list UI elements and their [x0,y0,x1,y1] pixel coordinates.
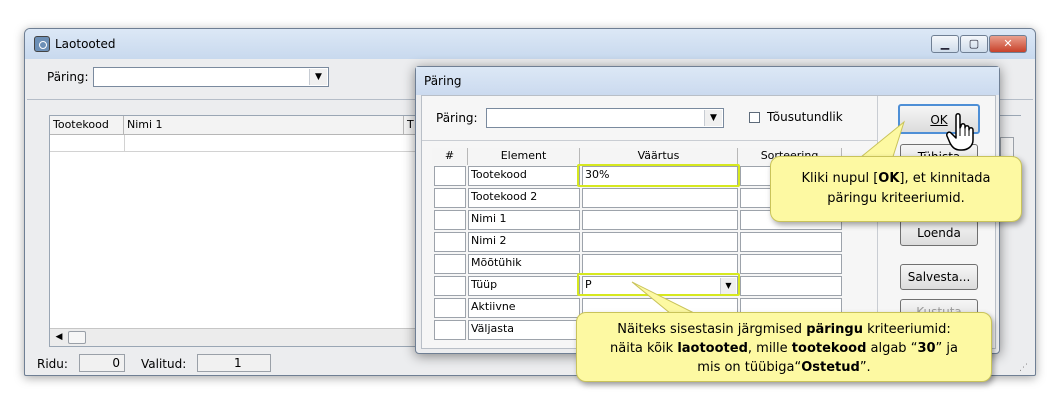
sort-cell[interactable] [740,232,842,252]
grid-header-element: Element [468,148,580,165]
row-number-cell[interactable] [434,320,466,340]
grid-header-number: # [432,148,468,165]
element-cell: Nimi 2 [468,232,580,252]
row-number-cell[interactable] [434,210,466,230]
ok-instruction-callout: Kliki nupul [OK], et kinnitada päringu k… [770,156,1022,222]
column-header[interactable]: Tootekood [50,116,124,135]
ascending-label: Tõusutundlik [767,110,843,124]
element-cell: Mõõtühik [468,254,580,274]
dialog-query-combo[interactable]: ▼ [486,108,724,128]
value-cell[interactable] [582,232,738,252]
callout-bold-text: Ostetud [801,360,860,375]
grid-header-value: Väärtus [580,148,738,165]
list-button[interactable]: Loenda [900,220,978,246]
callout-text: Kliki nupul [ [801,171,879,186]
main-grid[interactable]: Tootekood Nimi 1 T ◀ [49,115,440,347]
close-icon[interactable]: ✕ [989,35,1027,53]
row-number-cell[interactable] [434,254,466,274]
save-button[interactable]: Salvesta... [900,264,978,290]
main-title-bar[interactable]: Laotooted ▁ ▢ ✕ [25,29,1035,59]
callout-bold-text: laotooted [677,341,748,356]
callout-text: ], et kinnitada [899,171,991,186]
resize-grip-icon[interactable]: ⋰ [1019,363,1029,373]
row-number-cell[interactable] [434,188,466,208]
callout-bold-text: päringu [806,322,863,337]
value-cell[interactable] [582,254,738,274]
callout-text: algab “ [866,341,918,356]
callout-text: ” ja [935,341,958,356]
callout-text: ”. [859,360,871,375]
ascending-checkbox[interactable] [749,112,760,123]
main-query-label: Päring: [47,70,89,84]
callout-text: kriteeriumid: [862,322,951,337]
rows-label: Ridu: [37,357,68,371]
main-query-combo[interactable]: ▼ [93,67,329,87]
sort-cell[interactable] [740,254,842,274]
selected-label: Valitud: [141,357,187,371]
rows-count: 0 [79,354,125,372]
element-cell: Tootekood 2 [468,188,580,208]
callout-bold-text: 30 [917,341,936,356]
callout-text: Näiteks sisestasin järgmised [617,322,807,337]
main-window-title: Laotooted [55,37,116,51]
row-number-cell[interactable] [434,232,466,252]
element-cell: Väljasta [468,320,580,340]
callout-text: näita kõik [610,341,678,356]
callout-text: päringu kriteeriumid. [827,191,965,206]
element-cell: Nimi 1 [468,210,580,230]
dialog-title: Päring [424,74,462,88]
sort-cell[interactable] [740,276,842,296]
scroll-thumb[interactable] [68,331,86,344]
value-highlight [577,164,740,187]
example-instruction-callout: Näiteks sisestasin järgmised päringu kri… [576,312,992,382]
hand-cursor-icon [946,113,974,151]
callout-bold-text: tootekood [791,341,867,356]
element-cell: Tootekood [468,166,580,186]
minimize-icon[interactable]: ▁ [931,35,959,53]
value-cell[interactable] [582,188,738,208]
row-number-cell[interactable] [434,298,466,318]
chevron-down-icon[interactable]: ▼ [704,110,722,126]
callout-text: , mille [747,341,792,356]
app-icon [34,36,50,52]
selected-count: 1 [197,354,271,372]
horizontal-scrollbar[interactable]: ◀ [50,328,438,346]
row-number-cell[interactable] [434,166,466,186]
element-cell: Aktiivne [468,298,580,318]
column-header[interactable]: Nimi 1 [124,116,404,135]
dialog-query-label: Päring: [436,111,478,125]
value-cell[interactable] [582,210,738,230]
maximize-icon[interactable]: ▢ [960,35,988,53]
callout-bold-text: OK [878,171,900,186]
dialog-title-bar[interactable]: Päring [416,67,999,95]
scroll-left-icon[interactable]: ◀ [52,331,66,344]
table-row[interactable] [50,135,440,152]
element-cell: Tüüp [468,276,580,296]
divider [422,140,877,141]
callout-text: mis on tüübiga“ [697,360,802,375]
chevron-down-icon[interactable]: ▼ [309,69,327,85]
row-number-cell[interactable] [434,276,466,296]
